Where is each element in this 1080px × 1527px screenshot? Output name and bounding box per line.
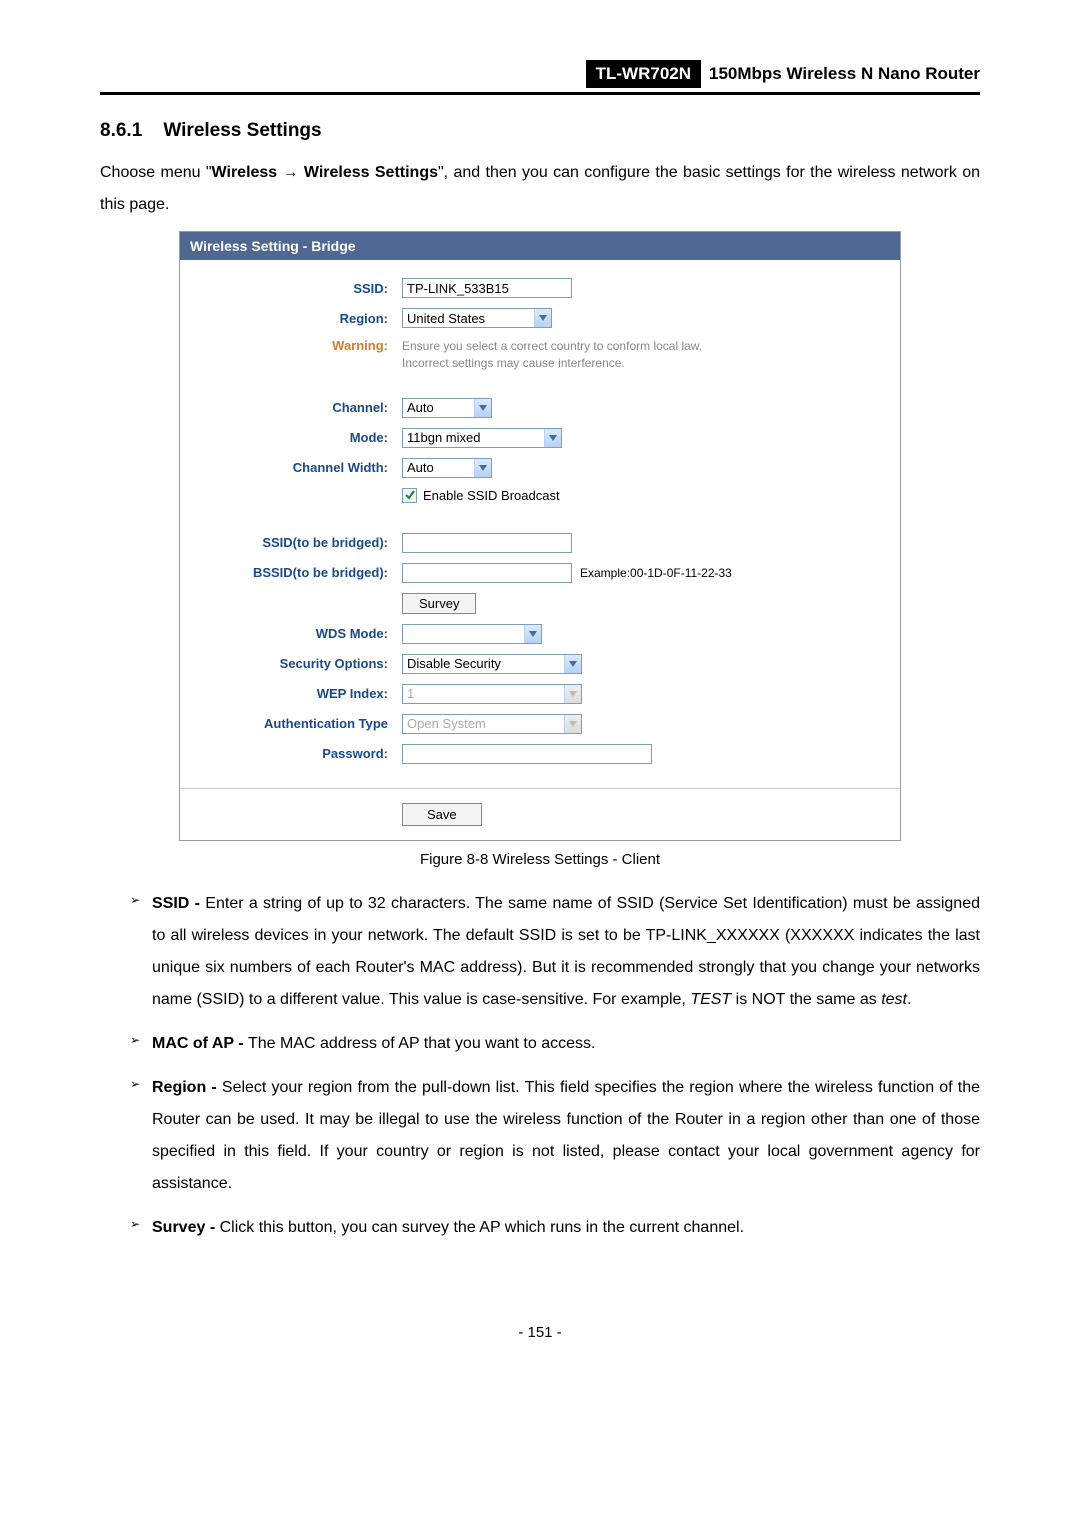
- section-title-text: Wireless Settings: [163, 120, 321, 141]
- label-security-options: Security Options:: [198, 656, 402, 671]
- section-heading: 8.6.1 Wireless Settings: [100, 120, 980, 142]
- chevron-down-icon: [564, 655, 581, 673]
- section-number: 8.6.1: [100, 120, 142, 141]
- chevron-down-icon: [524, 625, 541, 643]
- label-bssid-bridge: BSSID(to be bridged):: [198, 565, 402, 580]
- bullet-icon: ➢: [130, 1028, 152, 1060]
- intro-paragraph: Choose menu "Wireless → Wireless Setting…: [100, 157, 980, 221]
- label-warning: Warning:: [198, 338, 402, 353]
- list-item: ➢ Region - Select your region from the p…: [130, 1072, 980, 1200]
- chevron-down-icon: [564, 715, 581, 733]
- ssid-bridge-input[interactable]: [402, 533, 572, 553]
- term-survey: Survey -: [152, 1219, 220, 1236]
- figure-caption: Figure 8-8 Wireless Settings - Client: [100, 851, 980, 868]
- bssid-bridge-input[interactable]: [402, 563, 572, 583]
- label-password: Password:: [198, 746, 402, 761]
- label-wds-mode: WDS Mode:: [198, 626, 402, 641]
- page-header: TL-WR702N 150Mbps Wireless N Nano Router: [100, 60, 980, 95]
- list-item: ➢ MAC of AP - The MAC address of AP that…: [130, 1028, 980, 1060]
- term-region: Region -: [152, 1079, 222, 1096]
- label-mode: Mode:: [198, 430, 402, 445]
- list-item: ➢ Survey - Click this button, you can su…: [130, 1212, 980, 1244]
- bssid-example: Example:00-1D-0F-11-22-33: [580, 566, 732, 580]
- channel-select[interactable]: Auto: [402, 398, 492, 418]
- wds-mode-select[interactable]: [402, 624, 542, 644]
- label-auth-type: Authentication Type: [198, 716, 402, 731]
- term-ssid: SSID -: [152, 895, 205, 912]
- bullet-icon: ➢: [130, 888, 152, 1016]
- panel-title: Wireless Setting - Bridge: [180, 232, 900, 260]
- description-list: ➢ SSID - Enter a string of up to 32 char…: [130, 888, 980, 1244]
- save-button[interactable]: Save: [402, 803, 482, 826]
- bullet-icon: ➢: [130, 1072, 152, 1200]
- bullet-icon: ➢: [130, 1212, 152, 1244]
- chevron-down-icon: [534, 309, 551, 327]
- label-wep-index: WEP Index:: [198, 686, 402, 701]
- channel-width-select[interactable]: Auto: [402, 458, 492, 478]
- chevron-down-icon: [474, 459, 491, 477]
- label-ssid-bridge: SSID(to be bridged):: [198, 535, 402, 550]
- chevron-down-icon: [544, 429, 561, 447]
- ssid-input[interactable]: [402, 278, 572, 298]
- label-ssid: SSID:: [198, 281, 402, 296]
- security-options-select[interactable]: Disable Security: [402, 654, 582, 674]
- auth-type-select: Open System: [402, 714, 582, 734]
- model-badge: TL-WR702N: [586, 60, 701, 88]
- password-input[interactable]: [402, 744, 652, 764]
- page-number: - 151 -: [100, 1324, 980, 1341]
- ssid-broadcast-label: Enable SSID Broadcast: [423, 488, 560, 503]
- warning-text: Ensure you select a correct country to c…: [402, 338, 732, 372]
- label-region: Region:: [198, 311, 402, 326]
- check-icon: [402, 488, 417, 503]
- mode-select[interactable]: 11bgn mixed: [402, 428, 562, 448]
- list-item: ➢ SSID - Enter a string of up to 32 char…: [130, 888, 980, 1016]
- settings-figure: Wireless Setting - Bridge SSID: Region: …: [179, 231, 901, 841]
- region-select[interactable]: United States: [402, 308, 552, 328]
- chevron-down-icon: [564, 685, 581, 703]
- survey-button[interactable]: Survey: [402, 593, 476, 614]
- label-channel-width: Channel Width:: [198, 460, 402, 475]
- wep-index-select: 1: [402, 684, 582, 704]
- header-title: 150Mbps Wireless N Nano Router: [709, 64, 980, 84]
- chevron-down-icon: [474, 399, 491, 417]
- ssid-broadcast-checkbox[interactable]: [402, 488, 417, 503]
- term-mac: MAC of AP -: [152, 1035, 248, 1052]
- label-channel: Channel:: [198, 400, 402, 415]
